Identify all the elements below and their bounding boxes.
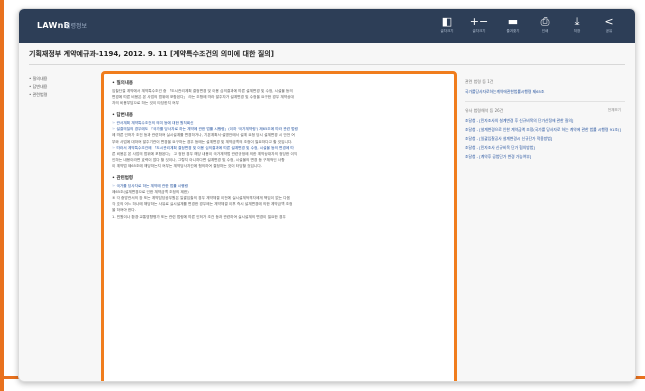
view-all-link[interactable]: 전체보기 [608,108,621,113]
content-panel: • 질의내용 입찰단절 계약에서 계약특수조건 중 「도시관리계획 결정변경 및 … [101,71,457,381]
section-heading: • 답변내용 [112,113,134,119]
sidebar-divider [465,101,625,102]
page-title: 기획재정부 계약예규과-1194, 2012. 9. 11 [계약특수조건의 의… [29,50,274,58]
similar-case-link[interactable]: 조달청 - [설계변경으로 인한 계약금액 조정(국가를 당사자로 하는 계약에… [465,127,625,133]
section-heading: • 관련법령 [112,176,134,182]
section-heading: • 질의내용 [112,81,134,86]
right-sidebar: 관련 법령 등 1건 국가를당사자로하는계약에관한법률시행령 제65조 유사 법… [465,79,625,163]
content-line: 이 계약법 제65조에 해당하는지 여부는 계약당사자간에 협의하여 결정하는 … [112,163,262,168]
similar-case-link[interactable]: 조달청 - [민자조사의 설계변경 후 신규비목의 단가산정에 관한 질의] [465,118,625,124]
font-size-toggle-button[interactable]: ◧ 글자크기 [433,16,461,34]
content-body: • 질의내용 입찰단절 계약에서 계약특수조건 중 「도시관리계획 결정변경 및 … [104,74,454,224]
similar-case-link[interactable]: 조달청 - [일괄입찰공사 설계변경시 신규단가 적용방법] [465,136,625,142]
print-icon: ⎙ [540,15,550,28]
left-nav-item-related-law[interactable]: • 관련법령 [29,91,99,99]
similar-cases-header: 유사 법령해석 등 26건 전체보기 [465,108,625,114]
share-button[interactable]: < 공유 [595,16,623,34]
zoom-button[interactable]: +− 글자크기 [465,16,493,34]
zoom-icon: +− [469,15,489,28]
similar-cases-count: 유사 법령해석 등 26건 [465,108,504,113]
left-nav-item-question[interactable]: • 질의내용 [29,75,99,83]
accent-bar-left [0,0,4,391]
title-divider [29,64,625,65]
left-nav-item-answer[interactable]: • 답변내용 [29,83,99,91]
similar-case-link[interactable]: 조달청 - [민자조사 신규비목 단가 협의방법] [465,145,625,151]
related-law-count: 관련 법령 등 1건 [465,79,494,84]
related-law-link[interactable]: 국가를당사자로하는계약에관한법률시행령 제65조 [465,89,625,95]
bookmark-button[interactable]: ▬ 즐겨찾기 [499,16,527,34]
similar-cases-list: 조달청 - [민자조사의 설계변경 후 신규비목의 단가산정에 관한 질의] 조달… [465,118,625,160]
print-button[interactable]: ⎙ 인쇄 [531,16,559,34]
app-window: LAWnB 법령정보 ◧ 글자크기 +− 글자크기 ▬ 즐겨찾기 ⎙ 인쇄 ⤓ … [18,8,636,382]
bookmark-icon: ▬ [507,15,519,28]
content-line: 1. 민원이나 환경·교통영향평가 또는 관련 법령에 따른 인허가 조건 등과… [112,214,286,219]
share-icon: < [604,15,614,28]
content-line: 자의 비용부담으로 하는 것이 타당한지 여부 [112,101,179,106]
font-size-icon: ◧ [441,15,453,28]
download-icon: ⤓ [574,15,580,28]
download-button[interactable]: ⤓ 저장 [563,16,591,34]
left-nav: • 질의내용 • 답변내용 • 관련법령 [29,75,99,99]
app-subtitle: 법령정보 [65,23,88,30]
top-app-bar: LAWnB 법령정보 ◧ 글자크기 +− 글자크기 ▬ 즐겨찾기 ⎙ 인쇄 ⤓ … [19,9,635,43]
similar-case-link[interactable]: 조달청 - [계약후 공법단가 변경 가능여부] [465,154,625,160]
